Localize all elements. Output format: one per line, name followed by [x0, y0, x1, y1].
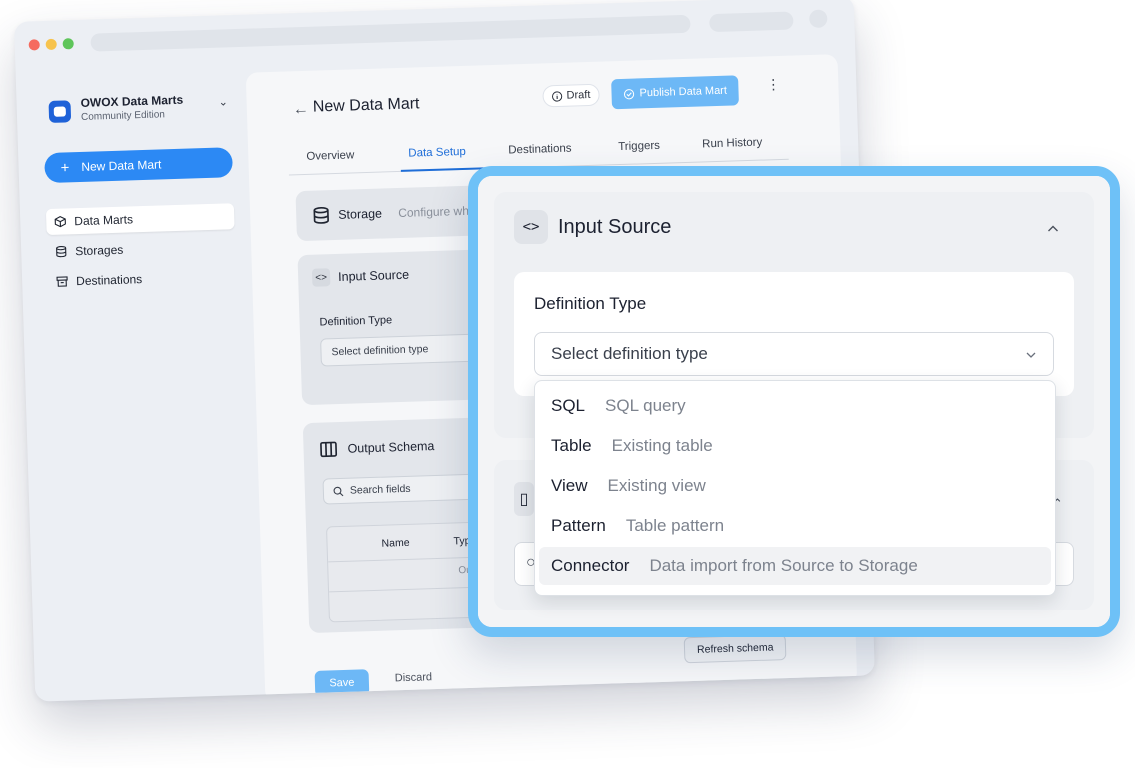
code-brackets-icon: <> [311, 268, 331, 287]
cube-icon [54, 216, 66, 228]
chevron-up-icon[interactable] [1046, 222, 1060, 236]
discard-button[interactable]: Discard [395, 671, 433, 684]
arrow-left-icon[interactable]: ← [293, 101, 310, 119]
browser-chrome [14, 0, 855, 66]
option-description: Existing view [607, 476, 706, 495]
option-view[interactable]: View Existing view [539, 467, 1051, 505]
browser-toolbar-pill [709, 11, 794, 33]
tab-run-history[interactable]: Run History [702, 137, 762, 151]
option-label: SQL [551, 396, 586, 415]
tab-data-setup[interactable]: Data Setup [408, 146, 466, 160]
window-minimize-dot[interactable] [45, 38, 57, 51]
tab-overview[interactable]: Overview [306, 149, 354, 162]
active-tab-indicator [400, 167, 487, 172]
status-badge-label: Draft [566, 88, 591, 102]
option-label: Table [551, 436, 592, 455]
address-bar[interactable] [90, 14, 691, 52]
database-icon [313, 206, 329, 224]
page-title: New Data Mart [312, 95, 420, 116]
more-vertical-icon[interactable]: ⋮ [766, 76, 781, 93]
publish-button[interactable]: Publish Data Mart [611, 75, 740, 110]
option-description: Existing table [611, 436, 713, 455]
status-badge: Draft [542, 83, 600, 108]
option-description: SQL query [605, 396, 686, 415]
zoomed-input-source-panel: <> Input Source Definition Type Select d… [468, 166, 1120, 637]
new-data-mart-button[interactable]: + New Data Mart [44, 147, 233, 184]
info-icon [551, 90, 563, 102]
definition-type-card: Definition Type Select definition type [514, 272, 1074, 396]
code-brackets-icon: <> [514, 210, 548, 244]
definition-type-select[interactable]: Select definition type [534, 332, 1054, 376]
owox-logo-icon [48, 100, 72, 123]
sidebar: OWOX Data Marts Community Edition ⌄ + Ne… [32, 77, 263, 701]
definition-type-label: Definition Type [534, 294, 647, 313]
brand-switcher[interactable]: OWOX Data Marts Community Edition ⌄ [48, 89, 229, 135]
window-maximize-dot[interactable] [62, 38, 74, 50]
window-close-dot[interactable] [28, 39, 40, 51]
output-schema-title: Output Schema [347, 439, 435, 456]
option-pattern[interactable]: Pattern Table pattern [539, 507, 1051, 545]
publish-button-label: Publish Data Mart [639, 84, 728, 100]
option-table[interactable]: Table Existing table [539, 427, 1051, 465]
plus-icon: + [60, 158, 70, 177]
chevron-down-icon [1026, 352, 1036, 358]
option-label: View [551, 476, 588, 495]
search-icon [333, 486, 344, 497]
columns-icon [320, 441, 338, 458]
columns-icon: ▯ [514, 482, 534, 516]
option-label: Connector [551, 556, 630, 575]
option-description: Table pattern [625, 516, 725, 535]
tab-triggers[interactable]: Triggers [618, 140, 660, 153]
check-circle-icon [623, 88, 635, 99]
option-label: Pattern [551, 516, 606, 535]
column-header-name: Name [381, 536, 410, 550]
archive-icon [56, 276, 68, 287]
definition-type-label: Definition Type [319, 314, 393, 329]
refresh-schema-button[interactable]: Refresh schema [683, 634, 787, 664]
storage-hint: Configure wh [397, 203, 470, 221]
sidebar-item-label: Storages [75, 242, 124, 259]
option-sql[interactable]: SQL SQL query [539, 387, 1051, 425]
sidebar-item-label: Data Marts [74, 212, 134, 229]
storage-title: Storage [337, 206, 383, 222]
new-data-mart-label: New Data Mart [81, 157, 162, 174]
brand-name: OWOX Data Marts [80, 92, 184, 110]
definition-type-dropdown: SQL SQL query Table Existing table View … [534, 380, 1056, 596]
zoom-inner: <> Input Source Definition Type Select d… [478, 176, 1110, 627]
search-fields-placeholder: Search fields [349, 482, 411, 497]
save-button[interactable]: Save [314, 669, 370, 697]
sidebar-item-label: Destinations [75, 272, 143, 289]
option-connector[interactable]: Connector Data import from Source to Sto… [539, 547, 1051, 585]
database-icon [56, 245, 67, 258]
sidebar-item-storages[interactable]: Storages [47, 233, 236, 265]
sidebar-item-data-marts[interactable]: Data Marts [45, 203, 235, 236]
input-source-title: Input Source [337, 267, 410, 284]
option-description: Data import from Source to Storage [649, 556, 918, 575]
tab-destinations[interactable]: Destinations [508, 143, 572, 157]
sidebar-item-destinations[interactable]: Destinations [48, 263, 237, 295]
definition-type-placeholder: Select definition type [551, 344, 708, 363]
chevron-down-icon[interactable]: ⌄ [218, 95, 228, 108]
brand-edition: Community Edition [80, 109, 166, 123]
input-source-title: Input Source [558, 216, 672, 238]
browser-profile-circle [809, 9, 828, 29]
